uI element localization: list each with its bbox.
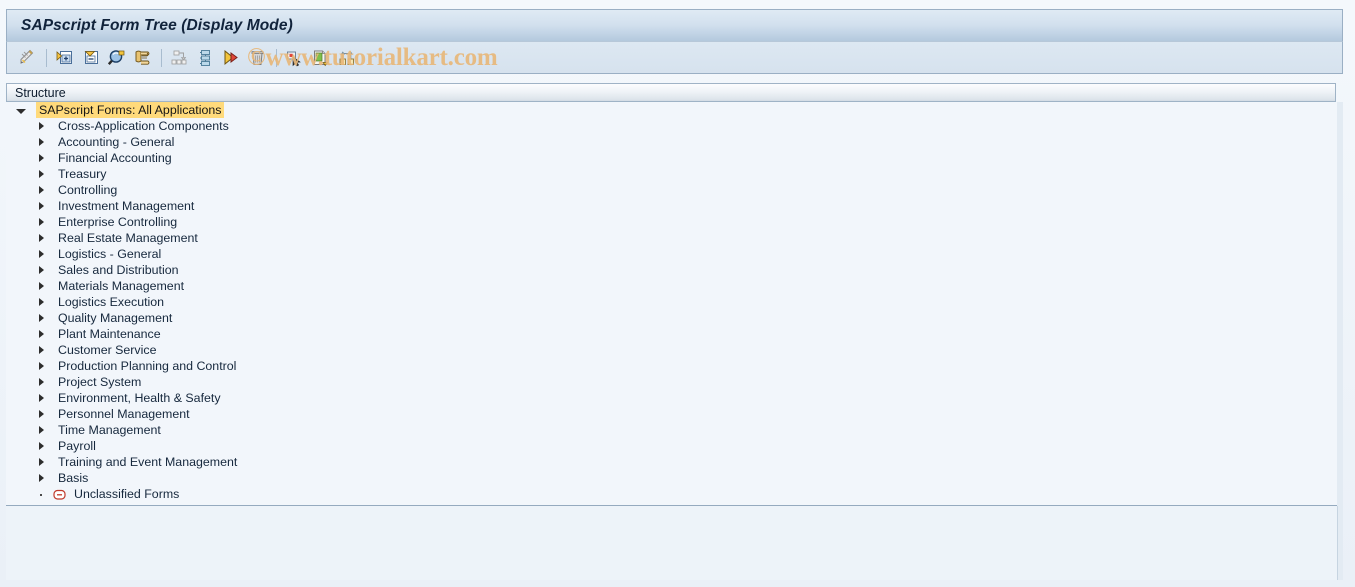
assign-nodes-icon[interactable]	[334, 46, 360, 70]
tree-item-label: Project System	[58, 375, 142, 389]
find-icon[interactable]	[104, 46, 130, 70]
toolbar-separator	[46, 48, 47, 67]
chevron-right-icon[interactable]	[36, 345, 47, 356]
tree-item-label: Cross-Application Components	[58, 119, 229, 133]
structure-column-header[interactable]: Structure	[6, 83, 1336, 102]
window-titlebar: SAPscript Form Tree (Display Mode)	[6, 9, 1343, 41]
tree-item-label: Logistics Execution	[58, 295, 165, 309]
tree-item[interactable]: Accounting - General	[6, 134, 1342, 150]
tree-item[interactable]: Quality Management	[6, 310, 1342, 326]
tree-item[interactable]: Customer Service	[6, 342, 1342, 358]
chevron-right-icon[interactable]	[36, 137, 47, 148]
chevron-right-icon[interactable]	[36, 425, 47, 436]
chevron-right-icon[interactable]	[36, 441, 47, 452]
execute-icon[interactable]	[219, 46, 245, 70]
chevron-right-icon[interactable]	[36, 185, 47, 196]
tree-empty-area	[6, 506, 1338, 580]
chevron-right-icon[interactable]	[36, 249, 47, 260]
chevron-right-icon[interactable]	[36, 361, 47, 372]
chevron-right-icon[interactable]	[36, 153, 47, 164]
tree-item[interactable]: Investment Management	[6, 198, 1342, 214]
tree-item-label: Unclassified Forms	[74, 487, 180, 501]
tree-item[interactable]: Plant Maintenance	[6, 326, 1342, 342]
chevron-right-icon[interactable]	[36, 201, 47, 212]
tree-item-label: Enterprise Controlling	[58, 215, 178, 229]
tree-item[interactable]: Unclassified Forms	[6, 486, 1342, 502]
tree-item[interactable]: Financial Accounting	[6, 150, 1342, 166]
tree-item[interactable]: Personnel Management	[6, 406, 1342, 422]
delete-icon[interactable]	[245, 46, 271, 70]
sapscript-form-tree-window: SAPscript Form Tree (Display Mode) ©www.…	[0, 0, 1355, 587]
expand-node-icon[interactable]	[52, 46, 78, 70]
tree-item-label: Quality Management	[58, 311, 173, 325]
tree-item-label: Materials Management	[58, 279, 185, 293]
select-object-icon[interactable]	[282, 46, 308, 70]
display-change-icon[interactable]	[15, 46, 41, 70]
copy-document-icon[interactable]	[308, 46, 334, 70]
tree-item[interactable]: Training and Event Management	[6, 454, 1342, 470]
toolbar-separator	[276, 48, 277, 67]
chevron-right-icon[interactable]	[36, 265, 47, 276]
tree-item[interactable]: Cross-Application Components	[6, 118, 1342, 134]
application-toolbar	[6, 41, 1343, 74]
tree-item-label: Controlling	[58, 183, 118, 197]
tree-item[interactable]: Sales and Distribution	[6, 262, 1342, 278]
tree-list: SAPscript Forms: All Applications Cross-…	[6, 102, 1342, 502]
tree-item-label: Customer Service	[58, 343, 157, 357]
page-title: SAPscript Form Tree (Display Mode)	[21, 16, 293, 34]
tree-item-label: Training and Event Management	[58, 455, 238, 469]
chevron-right-icon[interactable]	[36, 233, 47, 244]
chevron-right-icon[interactable]	[36, 409, 47, 420]
chevron-right-icon[interactable]	[36, 297, 47, 308]
chevron-right-icon[interactable]	[36, 313, 47, 324]
tree-root-label: SAPscript Forms: All Applications	[36, 102, 225, 118]
tree-item[interactable]: Production Planning and Control	[6, 358, 1342, 374]
tree-root-node[interactable]: SAPscript Forms: All Applications	[6, 102, 1342, 118]
tree-item[interactable]: Environment, Health & Safety	[6, 390, 1342, 406]
collapse-node-icon[interactable]	[78, 46, 104, 70]
chevron-right-icon[interactable]	[36, 121, 47, 132]
tree-item-label: Treasury	[58, 167, 107, 181]
structure-column-label: Structure	[15, 85, 66, 100]
tree-item[interactable]: Real Estate Management	[6, 230, 1342, 246]
tree-item-label: Time Management	[58, 423, 161, 437]
tree-item-label: Plant Maintenance	[58, 327, 161, 341]
tree-item[interactable]: Materials Management	[6, 278, 1342, 294]
leaf-bullet-icon	[36, 489, 47, 500]
hierarchy-icon[interactable]	[193, 46, 219, 70]
tree-item-label: Payroll	[58, 439, 96, 453]
tree-item-label: Production Planning and Control	[58, 359, 237, 373]
scroll-list-icon[interactable]	[130, 46, 156, 70]
chevron-right-icon[interactable]	[36, 217, 47, 228]
tree-item-label: Accounting - General	[58, 135, 175, 149]
tree-item[interactable]: Time Management	[6, 422, 1342, 438]
tree-item[interactable]: Basis	[6, 470, 1342, 486]
tree-item-label: Financial Accounting	[58, 151, 172, 165]
tree-item[interactable]: Enterprise Controlling	[6, 214, 1342, 230]
tree-item-label: Logistics - General	[58, 247, 162, 261]
chevron-right-icon[interactable]	[36, 457, 47, 468]
circle-minus-icon[interactable]	[52, 488, 67, 501]
chevron-right-icon[interactable]	[36, 281, 47, 292]
tree-item[interactable]: Treasury	[6, 166, 1342, 182]
tree-item-label: Investment Management	[58, 199, 195, 213]
tree-item[interactable]: Logistics Execution	[6, 294, 1342, 310]
chevron-right-icon[interactable]	[36, 329, 47, 340]
chevron-right-icon[interactable]	[36, 169, 47, 180]
sort-structure-icon[interactable]	[167, 46, 193, 70]
tree-item-label: Real Estate Management	[58, 231, 198, 245]
tree-item-label: Personnel Management	[58, 407, 190, 421]
chevron-right-icon[interactable]	[36, 473, 47, 484]
tree-item[interactable]: Controlling	[6, 182, 1342, 198]
toolbar-separator	[161, 48, 162, 67]
chevron-right-icon[interactable]	[36, 393, 47, 404]
chevron-down-icon[interactable]	[15, 105, 26, 116]
tree-item-label: Sales and Distribution	[58, 263, 179, 277]
tree-item-label: Basis	[58, 471, 89, 485]
tree-item[interactable]: Project System	[6, 374, 1342, 390]
chevron-right-icon[interactable]	[36, 377, 47, 388]
tree-item-label: Environment, Health & Safety	[58, 391, 221, 405]
tree-item[interactable]: Logistics - General	[6, 246, 1342, 262]
tree-item[interactable]: Payroll	[6, 438, 1342, 454]
